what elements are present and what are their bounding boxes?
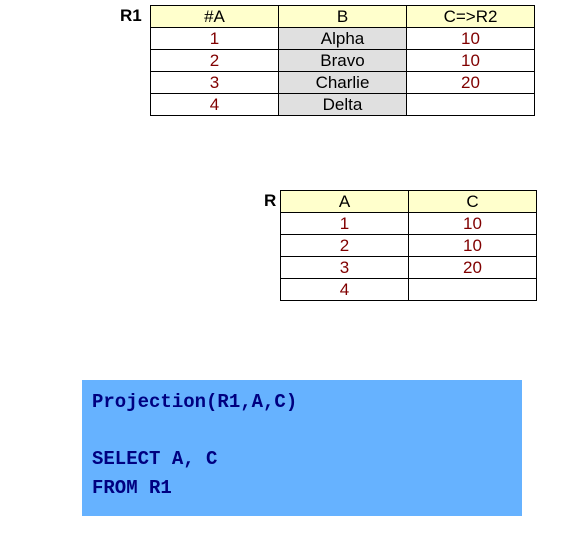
- cell-c: 10: [409, 235, 537, 257]
- code-line: Projection(R1,A,C): [92, 391, 297, 413]
- cell-a: 3: [281, 257, 409, 279]
- table-r1-label: R1: [120, 6, 142, 26]
- col-header-b: B: [279, 6, 407, 28]
- table-row: 1 10: [281, 213, 537, 235]
- cell-b: Delta: [279, 94, 407, 116]
- table-r-label: R: [264, 191, 276, 211]
- code-line: FROM R1: [92, 477, 172, 499]
- cell-c: 10: [407, 50, 535, 72]
- table-header-row: #A B C=>R2: [151, 6, 535, 28]
- cell-c: 20: [407, 72, 535, 94]
- table-row: 3 Charlie 20: [151, 72, 535, 94]
- cell-a: 3: [151, 72, 279, 94]
- cell-c: 20: [409, 257, 537, 279]
- cell-c: [407, 94, 535, 116]
- table-row: 4: [281, 279, 537, 301]
- cell-a: 1: [151, 28, 279, 50]
- cell-a: 4: [281, 279, 409, 301]
- cell-a: 2: [151, 50, 279, 72]
- col-header-a: #A: [151, 6, 279, 28]
- table-row: 2 10: [281, 235, 537, 257]
- cell-c: [409, 279, 537, 301]
- cell-a: 4: [151, 94, 279, 116]
- table-row: 4 Delta: [151, 94, 535, 116]
- table-row: 2 Bravo 10: [151, 50, 535, 72]
- cell-c: 10: [409, 213, 537, 235]
- cell-c: 10: [407, 28, 535, 50]
- table-r: A C 1 10 2 10 3 20 4: [280, 190, 537, 301]
- cell-b: Charlie: [279, 72, 407, 94]
- cell-b: Bravo: [279, 50, 407, 72]
- table-header-row: A C: [281, 191, 537, 213]
- table-r1: #A B C=>R2 1 Alpha 10 2 Bravo 10 3 Charl…: [150, 5, 535, 116]
- cell-a: 1: [281, 213, 409, 235]
- col-header-c: C=>R2: [407, 6, 535, 28]
- code-line: SELECT A, C: [92, 448, 217, 470]
- sql-code-box: Projection(R1,A,C) SELECT A, C FROM R1: [82, 380, 522, 516]
- table-row: 3 20: [281, 257, 537, 279]
- cell-a: 2: [281, 235, 409, 257]
- table-row: 1 Alpha 10: [151, 28, 535, 50]
- col-header-c: C: [409, 191, 537, 213]
- cell-b: Alpha: [279, 28, 407, 50]
- col-header-a: A: [281, 191, 409, 213]
